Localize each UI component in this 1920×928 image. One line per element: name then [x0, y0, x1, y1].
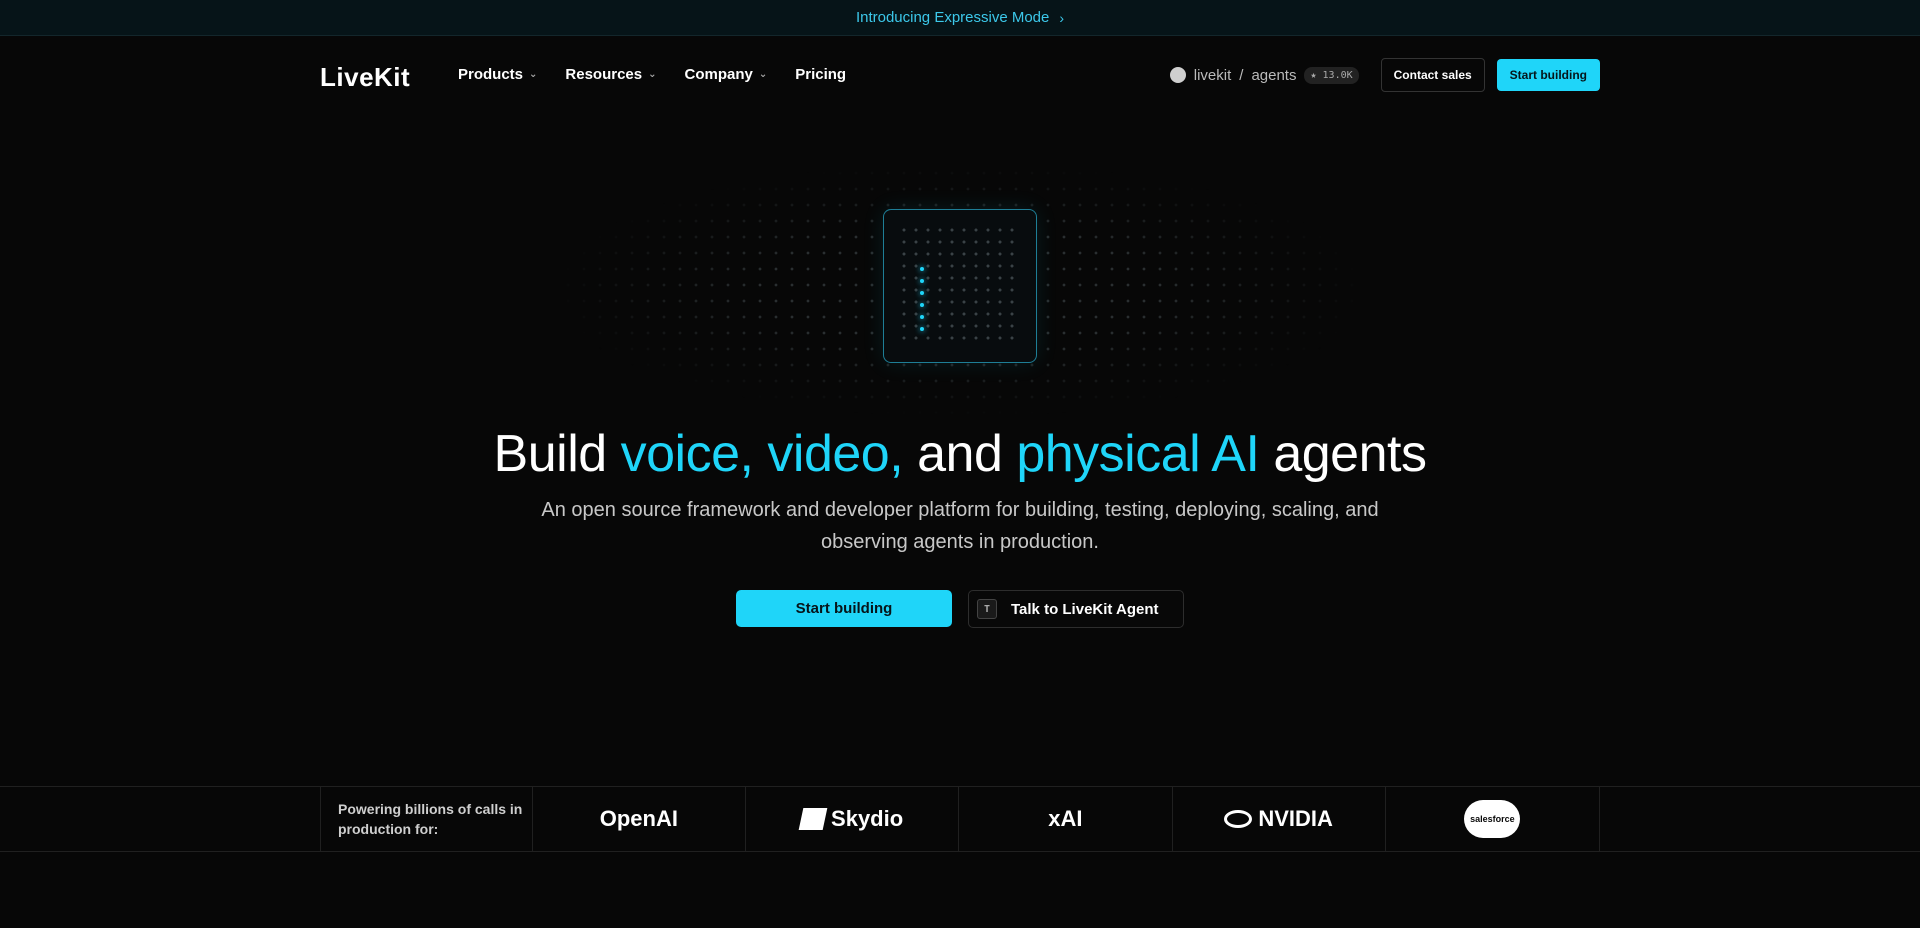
- openai-wordmark: OpenAI: [599, 806, 678, 831]
- hero-headline: Build voice, video, and physical AI agen…: [0, 424, 1920, 484]
- nav-pricing-label: Pricing: [795, 66, 847, 83]
- announcement-bar: Introducing Expressive Mode ›: [0, 0, 1920, 36]
- headline-highlight: voice, video,: [620, 425, 904, 483]
- chevron-down-icon: ⌄: [758, 69, 768, 80]
- visualizer-active-dot: [920, 327, 924, 331]
- skydio-wordmark: Skydio: [831, 806, 904, 831]
- nvidia-logo: NVIDIA: [1173, 787, 1386, 851]
- repo-separator: /: [1239, 66, 1244, 84]
- skydio-mark-icon: [798, 808, 828, 830]
- chevron-right-icon: ›: [1059, 9, 1065, 26]
- nav-company-label: Company: [684, 66, 753, 83]
- star-count-badge: ★ 13.0K: [1304, 66, 1359, 84]
- nav-company[interactable]: Company ⌄: [685, 66, 768, 83]
- visualizer-active-dot: [920, 279, 924, 283]
- repo-name: agents: [1251, 66, 1297, 84]
- chevron-down-icon: ⌄: [648, 69, 657, 80]
- visualizer-active-dot: [920, 303, 924, 307]
- start-building-nav-button[interactable]: Start building: [1496, 59, 1600, 91]
- keyboard-shortcut-badge: T: [977, 599, 997, 619]
- talk-to-agent-label: Talk to LiveKit Agent: [1011, 600, 1159, 618]
- xai-logo: xAI: [959, 787, 1173, 851]
- headline-highlight: physical AI: [1016, 425, 1260, 483]
- nav-resources[interactable]: Resources ⌄: [565, 66, 656, 83]
- visualizer-dot-grid: [898, 224, 1022, 348]
- hero-subtitle: An open source framework and developer p…: [541, 499, 1379, 553]
- customer-logos-strip: Powering billions of calls in production…: [0, 786, 1920, 852]
- visualizer-active-dot: [920, 267, 924, 271]
- nvidia-eye-icon: [1224, 810, 1253, 828]
- nav-pricing[interactable]: Pricing: [795, 66, 846, 83]
- nav-actions: livekit / agents ★ 13.0K Contact sales S…: [1169, 58, 1600, 92]
- skydio-logo: Skydio: [746, 787, 960, 851]
- announcement-link[interactable]: Introducing Expressive Mode: [856, 9, 1049, 26]
- top-navigation: LiveKit Products ⌄ Resources ⌄ Company ⌄…: [0, 36, 1920, 112]
- nvidia-wordmark: NVIDIA: [1258, 806, 1333, 831]
- livekit-logo[interactable]: LiveKit: [320, 62, 410, 93]
- contact-sales-button[interactable]: Contact sales: [1380, 58, 1485, 92]
- nav-products-label: Products: [458, 66, 524, 83]
- openai-logo: OpenAI: [533, 787, 746, 851]
- headline-part: Build: [493, 425, 621, 483]
- visualizer-active-dot: [920, 315, 924, 319]
- visualizer-active-dot: [920, 291, 924, 295]
- salesforce-logo: salesforce: [1386, 787, 1599, 851]
- start-building-button[interactable]: Start building: [736, 590, 952, 627]
- agent-visualizer-card: [883, 209, 1037, 363]
- salesforce-cloud-icon: salesforce: [1464, 800, 1521, 838]
- talk-to-agent-button[interactable]: T Talk to LiveKit Agent: [968, 590, 1184, 628]
- github-repo-link[interactable]: livekit / agents ★ 13.0K: [1169, 66, 1359, 84]
- headline-part: and: [903, 425, 1017, 483]
- chevron-down-icon: ⌄: [529, 69, 538, 80]
- xai-wordmark: xAI: [1048, 806, 1083, 831]
- logos-label: Powering billions of calls in production…: [321, 787, 533, 851]
- repo-owner: livekit: [1193, 66, 1232, 84]
- headline-part: agents: [1259, 425, 1427, 483]
- main-menu: Products ⌄ Resources ⌄ Company ⌄ Pricing: [458, 66, 846, 83]
- nav-products[interactable]: Products ⌄: [458, 66, 537, 83]
- nav-resources-label: Resources: [565, 66, 643, 83]
- github-icon: [1169, 67, 1186, 83]
